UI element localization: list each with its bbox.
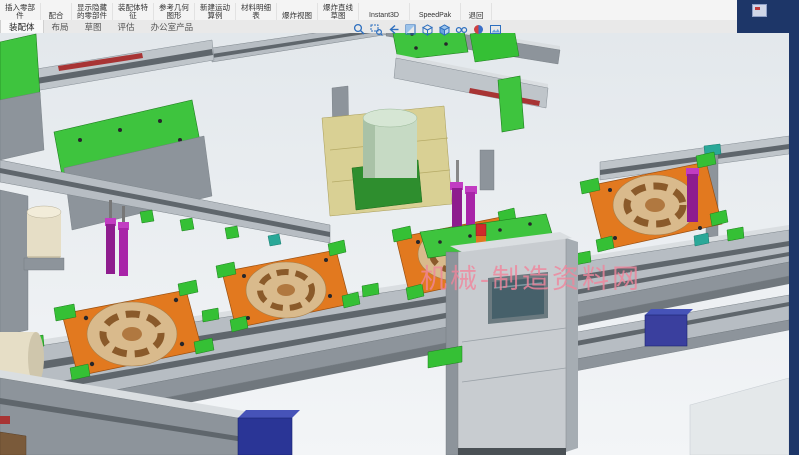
previous-view-icon[interactable] xyxy=(386,22,400,36)
ribbon-button-speedpak[interactable]: SpeedPak xyxy=(410,3,461,20)
heads-up-view-toolbar xyxy=(352,22,502,36)
desktop-background-right-strip xyxy=(789,0,799,455)
ribbon-button-insert-components[interactable]: 插入零部件 xyxy=(0,3,41,20)
zoom-fit-icon[interactable] xyxy=(352,22,366,36)
ribbon-button-bill-of-materials[interactable]: 材料明细表 xyxy=(236,3,277,20)
ribbon-button-rollback[interactable]: 退回 xyxy=(461,3,492,20)
tab-evaluate[interactable]: 评估 xyxy=(110,20,143,33)
apply-scene-icon[interactable] xyxy=(488,22,502,36)
junction-box-2[interactable] xyxy=(645,309,693,346)
display-style-icon[interactable] xyxy=(437,22,451,36)
tab-sketch[interactable]: 草图 xyxy=(77,20,110,33)
solidworks-window: 插入零部件 配合 显示隐藏的零部件 装配体特征 参考几何图形 新建运动算例 材料… xyxy=(0,0,799,455)
tab-office-products[interactable]: 办公室产品 xyxy=(143,20,202,33)
tab-assembly[interactable]: 装配体 xyxy=(0,20,44,33)
tab-layout[interactable]: 布局 xyxy=(44,20,77,33)
watermark-text: 机械-制造资料网 xyxy=(420,264,642,294)
ribbon-button-instant3d[interactable]: Instant3D xyxy=(359,3,410,20)
viewport-3d[interactable]: 机械-制造资料网 xyxy=(0,33,789,455)
ribbon-button-reference-geometry[interactable]: 参考几何图形 xyxy=(154,3,195,20)
ribbon-button-assembly-features[interactable]: 装配体特征 xyxy=(113,3,154,20)
zoom-area-icon[interactable] xyxy=(369,22,383,36)
ribbon-button-explode-line-sketch[interactable]: 爆炸直线草图 xyxy=(318,3,359,20)
ribbon-button-new-motion-study[interactable]: 新建运动算例 xyxy=(195,3,236,20)
command-manager-ribbon: 插入零部件 配合 显示隐藏的零部件 装配体特征 参考几何图形 新建运动算例 材料… xyxy=(0,0,737,21)
section-view-icon[interactable] xyxy=(403,22,417,36)
ribbon-button-exploded-view[interactable]: 爆炸视图 xyxy=(277,3,318,20)
view-orientation-icon[interactable] xyxy=(420,22,434,36)
desktop-icon[interactable] xyxy=(752,4,767,17)
junction-box-1[interactable] xyxy=(238,410,300,455)
edit-appearance-icon[interactable] xyxy=(471,22,485,36)
hide-show-items-icon[interactable] xyxy=(454,22,468,36)
tower-light[interactable] xyxy=(476,224,486,236)
ribbon-button-mate[interactable]: 配合 xyxy=(41,3,72,20)
ribbon-button-show-hidden-components[interactable]: 显示隐藏的零部件 xyxy=(72,3,113,20)
